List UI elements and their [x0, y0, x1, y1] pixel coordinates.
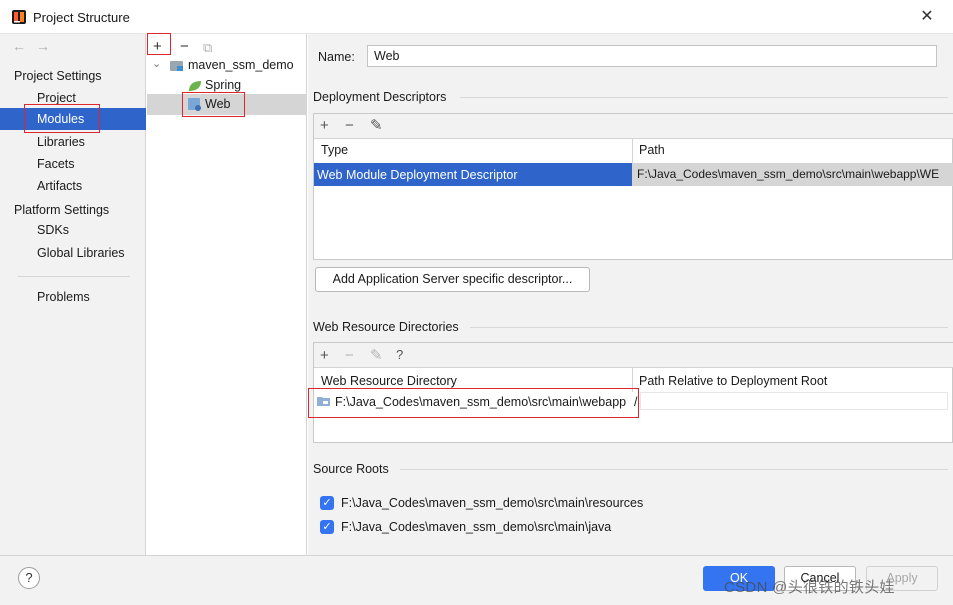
- title-bar: [0, 0, 953, 34]
- web-highlight-box: [182, 92, 245, 117]
- web-resource-directories-title: Web Resource Directories: [313, 320, 459, 334]
- column-header-path[interactable]: Path: [639, 143, 665, 157]
- column-header-type[interactable]: Type: [321, 143, 348, 157]
- close-icon[interactable]: ✕: [914, 6, 940, 28]
- section-divider: [470, 327, 948, 328]
- nav-item-artifacts[interactable]: Artifacts: [0, 175, 146, 197]
- tree-node-spring[interactable]: Spring: [205, 78, 241, 92]
- tree-node-maven-ssm-demo[interactable]: maven_ssm_demo: [188, 58, 294, 72]
- project-settings-header: Project Settings: [14, 69, 102, 83]
- relative-path-editor[interactable]: [640, 392, 948, 410]
- add-highlight-box: [147, 33, 171, 55]
- name-label: Name:: [318, 50, 355, 64]
- section-divider: [400, 469, 948, 470]
- name-input[interactable]: Web: [367, 45, 937, 67]
- remove-descriptor-icon[interactable]: −: [345, 117, 354, 134]
- add-server-descriptor-button[interactable]: Add Application Server specific descript…: [315, 267, 590, 292]
- deployment-descriptors-title: Deployment Descriptors: [313, 90, 447, 104]
- nav-item-facets[interactable]: Facets: [0, 153, 146, 175]
- modules-highlight-box: [24, 104, 100, 133]
- watermark: CSDN @头很铁的铁头娃: [724, 579, 895, 596]
- platform-settings-header: Platform Settings: [14, 203, 110, 217]
- web-resource-toolbar: [314, 343, 953, 368]
- module-folder-icon: [170, 61, 183, 71]
- section-divider: [460, 97, 948, 98]
- help-resource-icon[interactable]: ?: [396, 347, 403, 362]
- descriptor-path-cell: F:\Java_Codes\maven_ssm_demo\src\main\we…: [637, 167, 940, 181]
- add-descriptor-icon[interactable]: +: [320, 117, 329, 134]
- deployment-toolbar: [314, 114, 953, 139]
- app-icon: [12, 10, 26, 24]
- column-header-relative-path[interactable]: Path Relative to Deployment Root: [639, 374, 827, 388]
- edit-resource-icon[interactable]: ✎: [370, 346, 383, 364]
- back-arrow-icon[interactable]: ←: [12, 38, 26, 54]
- edit-descriptor-icon[interactable]: ✎: [370, 116, 383, 134]
- nav-item-problems[interactable]: Problems: [0, 286, 146, 308]
- spring-leaf-icon: [189, 81, 201, 91]
- copy-icon[interactable]: ⧉: [203, 40, 212, 56]
- add-resource-icon[interactable]: +: [320, 347, 329, 364]
- source-root-resources[interactable]: F:\Java_Codes\maven_ssm_demo\src\main\re…: [341, 496, 643, 510]
- web-resource-highlight-box: [308, 388, 639, 418]
- remove-resource-icon[interactable]: −: [345, 347, 354, 364]
- forward-arrow-icon[interactable]: →: [36, 38, 50, 54]
- nav-item-global-libraries[interactable]: Global Libraries: [0, 242, 146, 264]
- window-title: Project Structure: [33, 10, 130, 25]
- source-roots-title: Source Roots: [313, 462, 389, 476]
- column-header-web-resource-directory[interactable]: Web Resource Directory: [321, 374, 457, 388]
- source-root-checkbox[interactable]: ✓: [320, 520, 334, 534]
- help-icon[interactable]: ?: [18, 567, 40, 589]
- descriptor-type-cell: Web Module Deployment Descriptor: [317, 168, 518, 182]
- chevron-down-icon[interactable]: ⌄: [152, 57, 161, 70]
- source-root-checkbox[interactable]: ✓: [320, 496, 334, 510]
- nav-divider: [18, 276, 130, 277]
- remove-icon[interactable]: −: [180, 38, 189, 55]
- column-separator: [632, 139, 633, 163]
- nav-item-libraries[interactable]: Libraries: [0, 131, 146, 153]
- source-root-java[interactable]: F:\Java_Codes\maven_ssm_demo\src\main\ja…: [341, 520, 611, 534]
- nav-item-sdks[interactable]: SDKs: [0, 219, 146, 241]
